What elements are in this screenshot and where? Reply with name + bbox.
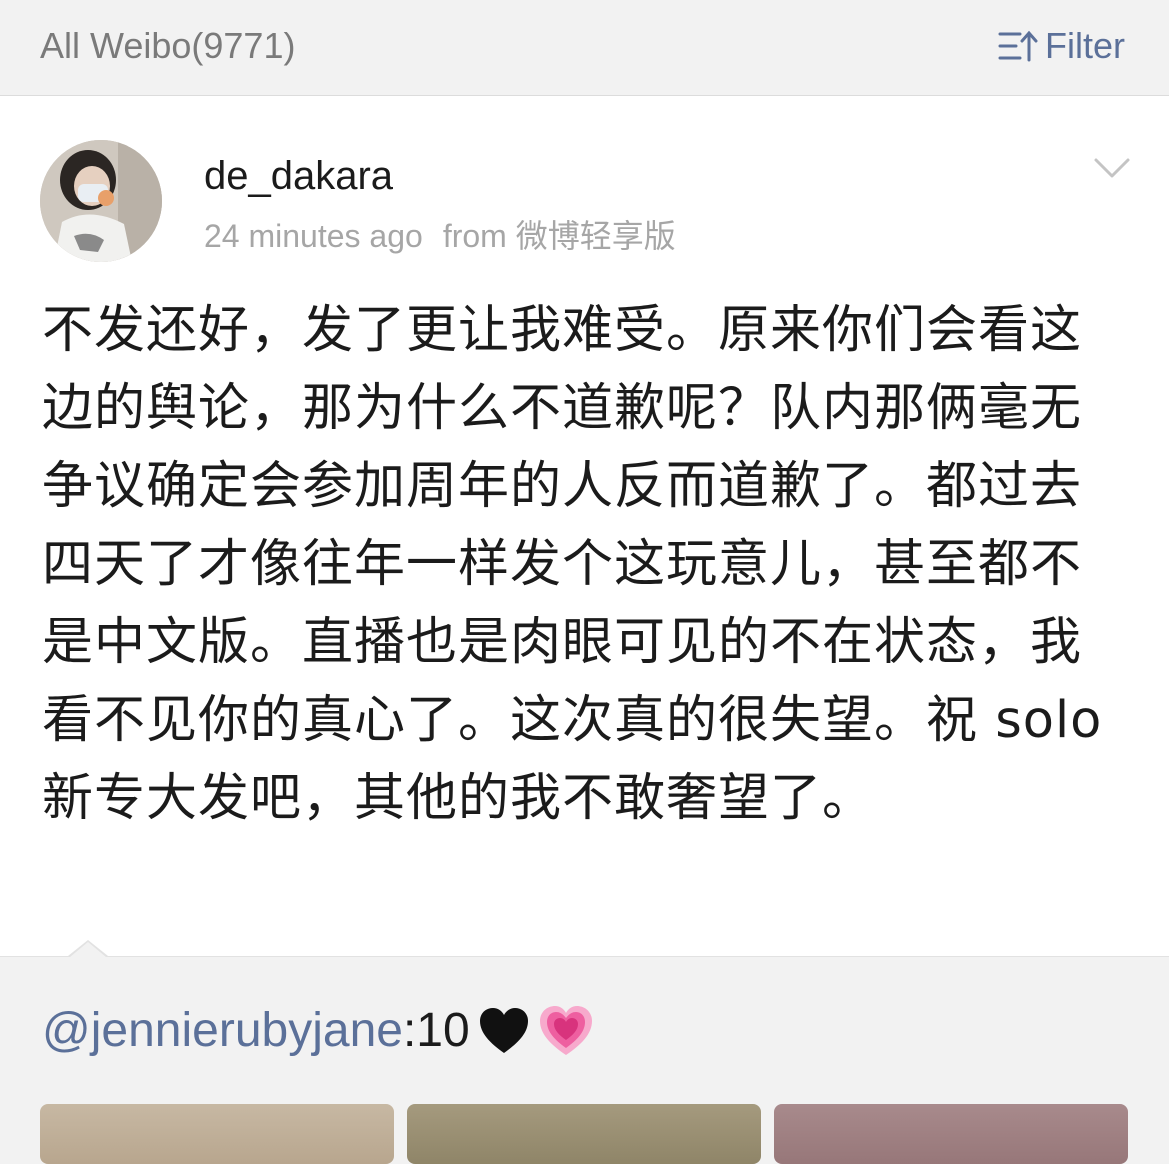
filter-label: Filter	[1045, 25, 1125, 66]
repost-text: :10	[402, 1004, 470, 1057]
repost-notch-inner	[70, 942, 106, 957]
black-heart-icon	[479, 1008, 528, 1053]
post-text: 不发还好，发了更让我难受。原来你们会看这边的舆论，那为什么不道歉呢？队内那俩毫无…	[42, 301, 1103, 828]
avatar[interactable]	[40, 140, 162, 262]
growing-heart-icon	[539, 1006, 592, 1055]
post-card: de_dakara 24 minutes ago from 微博轻享版 不发还好，…	[0, 96, 1169, 956]
filter-button[interactable]: Filter	[997, 24, 1125, 68]
repost-image-2[interactable]	[407, 1104, 761, 1164]
chevron-down-icon[interactable]	[1092, 156, 1132, 180]
avatar-image	[40, 140, 162, 262]
filter-icon	[998, 30, 1038, 62]
post-meta: 24 minutes ago from 微博轻享版	[204, 216, 676, 256]
all-weibo-title[interactable]: All Weibo(9771)	[40, 24, 295, 68]
post-time: 24 minutes ago	[204, 218, 423, 254]
repost-image-3[interactable]	[774, 1104, 1128, 1164]
repost-image-1[interactable]	[40, 1104, 394, 1164]
username[interactable]: de_dakara	[204, 152, 393, 200]
post-source[interactable]: from 微博轻享版	[443, 218, 676, 254]
top-bar: All Weibo(9771) Filter	[0, 0, 1169, 96]
repost-line: @jennierubyjane:10	[42, 1002, 594, 1060]
mention-link[interactable]: @jennierubyjane	[42, 1002, 403, 1060]
